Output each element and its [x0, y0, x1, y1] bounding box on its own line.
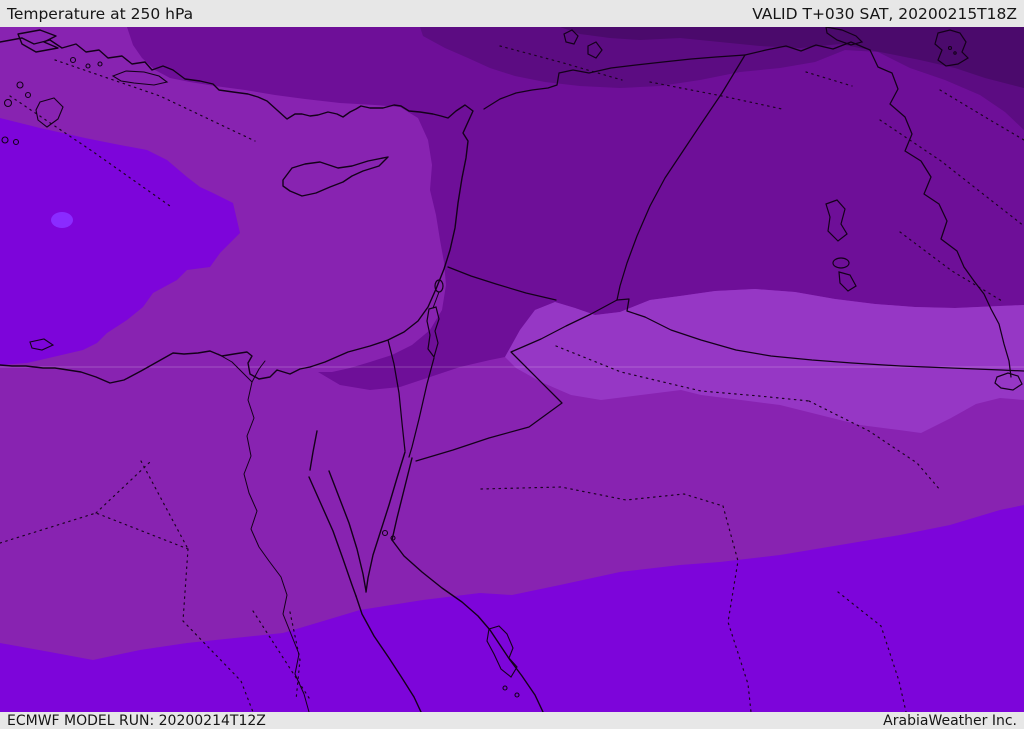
header-bar: Temperature at 250 hPa VALID T+030 SAT, … — [0, 0, 1024, 27]
page-title: Temperature at 250 hPa — [7, 4, 194, 23]
brand-label: ArabiaWeather Inc. — [883, 712, 1017, 729]
footer-bar: ECMWF MODEL RUN: 20200214T12Z ArabiaWeat… — [0, 712, 1024, 729]
temperature-map-svg — [0, 27, 1024, 712]
weather-map-app: Temperature at 250 hPa VALID T+030 SAT, … — [0, 0, 1024, 729]
map-canvas — [0, 27, 1024, 712]
temperature-core-west-mediterranean — [51, 212, 73, 228]
model-run-label: ECMWF MODEL RUN: 20200214T12Z — [7, 712, 266, 729]
valid-time-label: VALID T+030 SAT, 20200215T18Z — [752, 4, 1017, 23]
